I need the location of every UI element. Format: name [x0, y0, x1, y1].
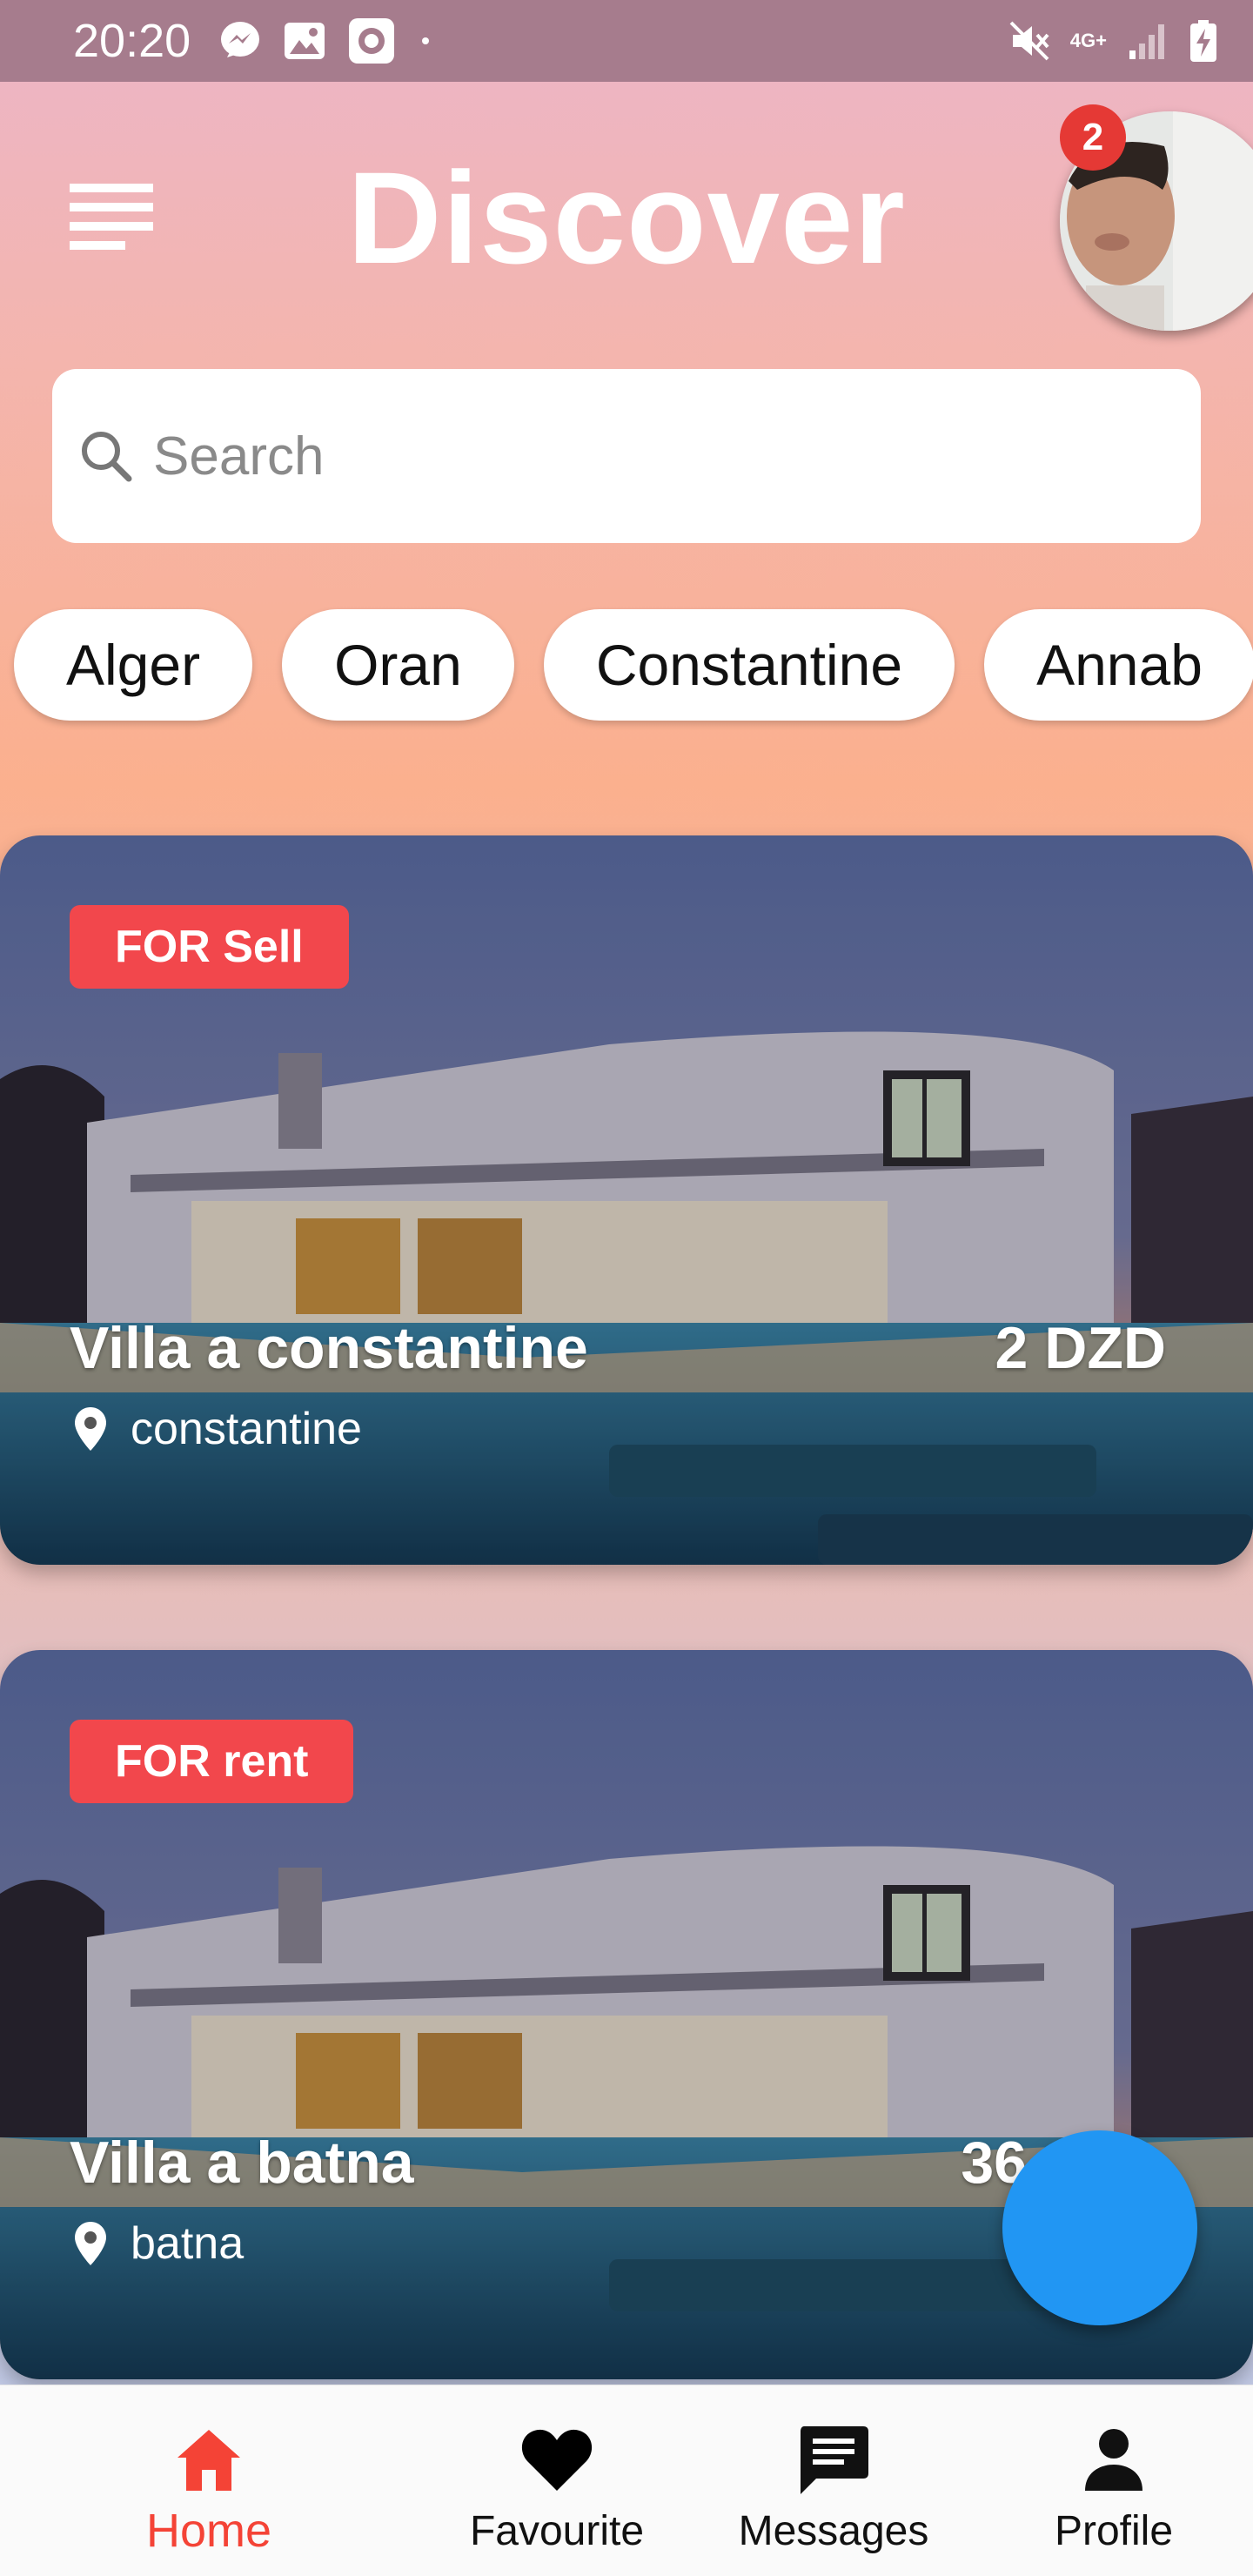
nav-profile[interactable]: Profile	[1027, 2385, 1201, 2576]
listing-type-badge: FOR rent	[70, 1720, 354, 1803]
signal-icon	[1126, 21, 1169, 61]
record-icon	[347, 17, 396, 65]
home-icon	[174, 2420, 244, 2499]
chip-constantine[interactable]: Constantine	[543, 609, 955, 721]
listing-price: 2 DZD	[995, 1315, 1166, 1381]
notification-badge: 2	[1060, 104, 1126, 171]
listing-title: Villa a constantine	[70, 1315, 588, 1381]
status-system-icons: 4G+	[1008, 19, 1218, 63]
person-icon	[1083, 2420, 1144, 2499]
search-icon	[82, 432, 132, 482]
nav-home[interactable]: Home	[131, 2385, 287, 2576]
listing-location: constantine	[75, 1403, 362, 1455]
chip-annaba[interactable]: Annab	[984, 609, 1253, 721]
search-bar[interactable]	[52, 369, 1201, 543]
heart-icon	[520, 2420, 593, 2499]
messenger-icon	[218, 19, 262, 63]
battery-charging-icon	[1189, 19, 1218, 63]
location-pin-icon	[75, 1407, 106, 1451]
search-input[interactable]	[153, 425, 1110, 487]
nav-messages[interactable]: Messages	[729, 2385, 938, 2576]
dot-icon	[417, 32, 434, 50]
network-type-label: 4G+	[1069, 30, 1107, 51]
listing-type-badge: FOR Sell	[70, 905, 349, 989]
listing-location-label: constantine	[131, 1404, 362, 1454]
city-filter-chips: Alger Oran Constantine Annab	[14, 609, 1253, 722]
nav-home-label: Home	[145, 2505, 272, 2557]
listing-title: Villa a batna	[70, 2130, 414, 2196]
bottom-navigation: Home Favourite Messages Profile	[0, 2385, 1253, 2576]
network-type-icon: 4G+	[1070, 31, 1107, 50]
listing-location: batna	[75, 2217, 244, 2270]
nav-profile-label: Profile	[1054, 2508, 1174, 2554]
floating-action-button[interactable]	[1002, 2130, 1197, 2325]
status-bar: 20:20 4G+	[0, 0, 1253, 82]
nav-favourite-label: Favourite	[469, 2508, 645, 2554]
status-time: 20:20	[73, 15, 191, 67]
mute-icon	[1008, 19, 1051, 63]
message-icon	[797, 2420, 870, 2499]
nav-favourite[interactable]: Favourite	[452, 2385, 661, 2576]
listing-location-label: batna	[131, 2218, 245, 2269]
chip-alger[interactable]: Alger	[14, 609, 253, 721]
nav-messages-label: Messages	[738, 2508, 929, 2554]
gallery-icon	[283, 21, 326, 61]
listing-card[interactable]: FOR Sell Villa a constantine 2 DZD const…	[0, 835, 1253, 1565]
status-notification-icons	[218, 17, 434, 65]
location-pin-icon	[75, 2222, 106, 2265]
chip-oran[interactable]: Oran	[282, 609, 514, 721]
